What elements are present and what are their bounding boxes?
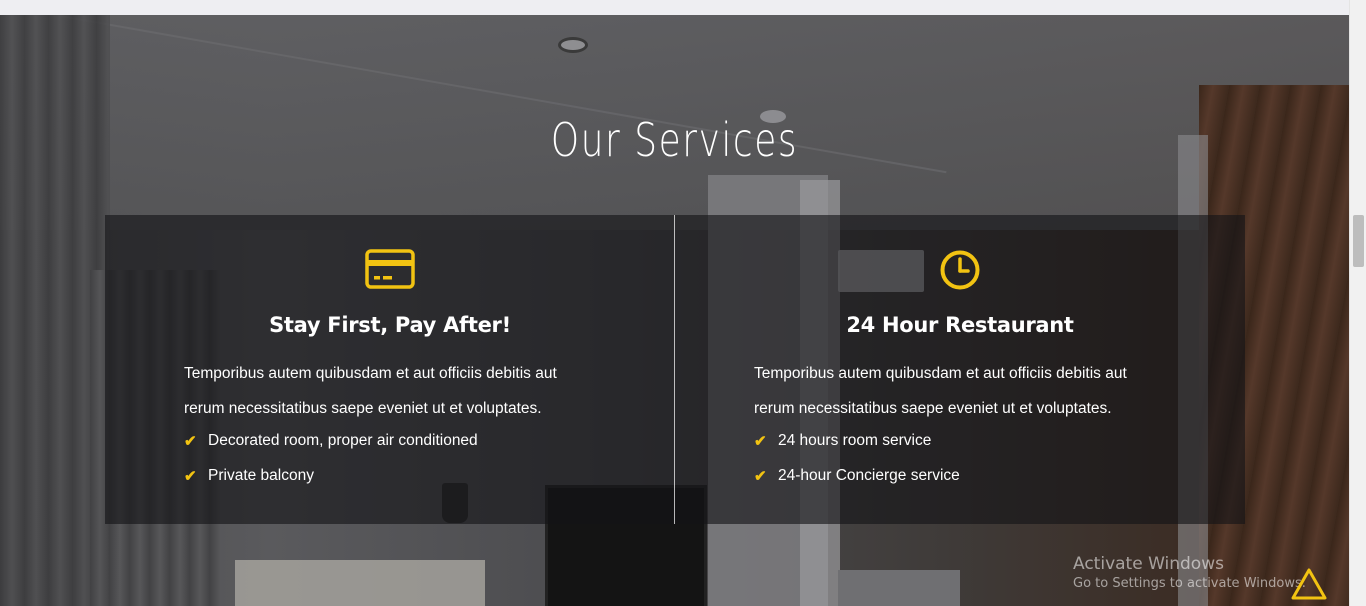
background-shelf xyxy=(235,560,485,606)
section-title: Our Services xyxy=(550,113,799,167)
warning-icon[interactable] xyxy=(1291,568,1327,604)
scrollbar-thumb[interactable] xyxy=(1353,215,1364,267)
check-icon: ✔ xyxy=(184,433,197,450)
vertical-scrollbar[interactable] xyxy=(1349,0,1366,606)
service-description: Temporibus autem quibusdam et aut offici… xyxy=(184,365,557,417)
credit-card-icon xyxy=(365,249,415,293)
feature-item: ✔ Private balcony xyxy=(184,467,314,485)
services-cards: Stay First, Pay After! Temporibus autem … xyxy=(105,215,1245,524)
feature-item: ✔ Decorated room, proper air conditioned xyxy=(184,432,478,450)
service-title: 24 Hour Restaurant xyxy=(846,313,1074,337)
check-icon: ✔ xyxy=(184,468,197,485)
services-section: Our Services Stay First, Pay After! Temp… xyxy=(0,15,1349,606)
background-cabinet xyxy=(838,570,960,606)
service-card-restaurant: 24 Hour Restaurant Temporibus autem quib… xyxy=(675,215,1245,524)
clock-icon xyxy=(939,249,981,293)
service-description: Temporibus autem quibusdam et aut offici… xyxy=(754,365,1127,417)
activate-windows-watermark: Activate Windows Go to Settings to activ… xyxy=(1073,554,1306,591)
feature-item: ✔ 24-hour Concierge service xyxy=(754,467,960,485)
check-icon: ✔ xyxy=(754,433,767,450)
service-title: Stay First, Pay After! xyxy=(269,313,511,337)
check-icon: ✔ xyxy=(754,468,767,485)
service-card-pay-after: Stay First, Pay After! Temporibus autem … xyxy=(105,215,675,524)
top-strip xyxy=(0,0,1349,15)
ceiling-light xyxy=(558,37,588,53)
feature-item: ✔ 24 hours room service xyxy=(754,432,932,450)
